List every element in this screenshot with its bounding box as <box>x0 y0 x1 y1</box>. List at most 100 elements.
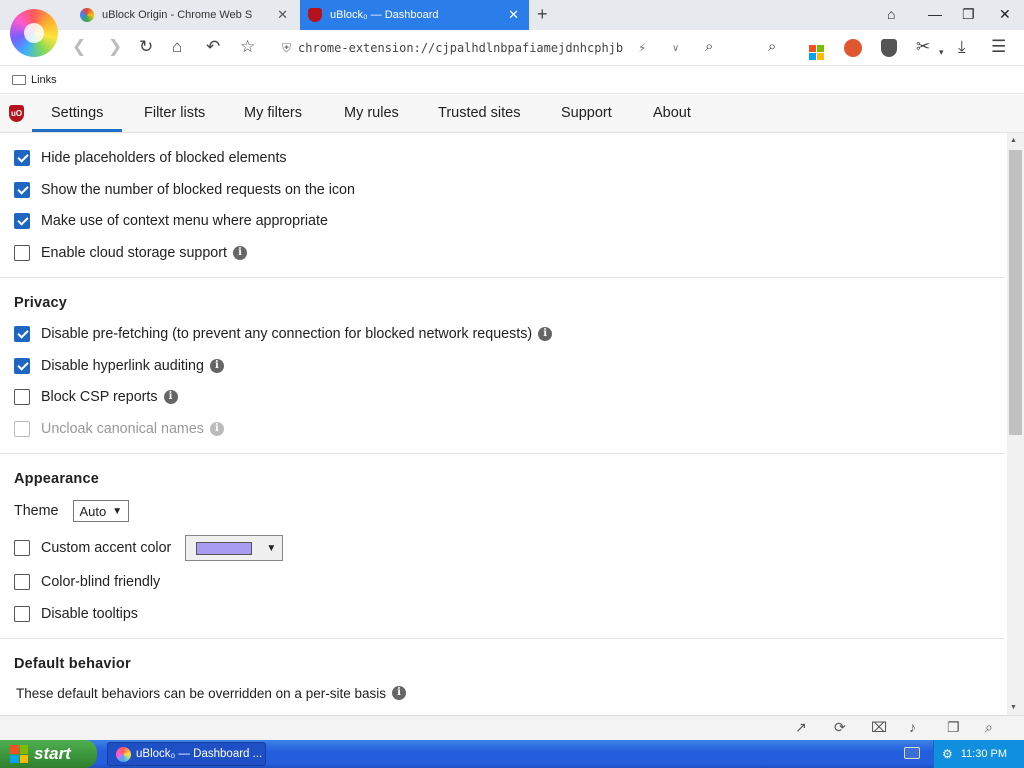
close-window-button[interactable]: ✕ <box>999 6 1011 23</box>
vertical-scrollbar[interactable]: ▲ ▼ <box>1007 133 1024 715</box>
lightning-icon[interactable]: ⚡ <box>638 41 646 55</box>
setting-disable-tooltips[interactable]: Disable tooltips <box>14 604 138 624</box>
url-text[interactable]: chrome-extension://cjpalhdlnbpafiamejdnh… <box>298 41 623 55</box>
bookmark-links[interactable]: Links <box>31 74 57 86</box>
shirt-skin-icon[interactable]: ⌂ <box>887 6 895 22</box>
section-heading-default-behavior: Default behavior <box>14 656 131 672</box>
browser-status-bar: ↗ ⟳ ⌧ ♪ ❐ ⌕ <box>0 715 1024 740</box>
keyboard-icon[interactable] <box>904 747 920 759</box>
clock[interactable]: 11:30 PM <box>961 748 1007 760</box>
taskbar-item-dashboard[interactable]: uBlock₀ — Dashboard ... <box>107 742 266 766</box>
setting-context-menu[interactable]: Make use of context menu where appropria… <box>14 211 328 231</box>
chevron-down-icon[interactable]: ∨ <box>672 43 679 54</box>
restore-button[interactable]: ❐ <box>962 6 975 23</box>
setting-color-blind[interactable]: Color-blind friendly <box>14 572 160 592</box>
checkbox[interactable] <box>14 150 30 166</box>
checkbox[interactable] <box>14 182 30 198</box>
browser-logo-icon[interactable] <box>10 9 58 57</box>
bookmarks-bar: Links <box>0 66 1024 94</box>
speed-dial-icon[interactable]: ⟳ <box>834 719 846 736</box>
network-icon[interactable]: ⚙ <box>942 747 953 761</box>
windows-apps-icon[interactable] <box>809 37 824 60</box>
duckduckgo-icon[interactable] <box>844 39 862 57</box>
checkbox[interactable] <box>14 245 30 261</box>
info-icon[interactable]: i <box>209 422 224 436</box>
minimize-button[interactable]: — <box>928 6 942 22</box>
system-tray: ⚙ 11:30 PM <box>933 740 1024 768</box>
setting-label: Uncloak canonical names <box>41 421 204 437</box>
ublock-icon <box>308 8 322 22</box>
chevron-down-icon: ▼ <box>112 505 123 517</box>
checkbox[interactable] <box>14 326 30 342</box>
tab-title: uBlock₀ — Dashboard <box>330 9 439 21</box>
scissors-icon[interactable]: ✂ <box>916 37 930 57</box>
ublock-logo-icon: uO <box>9 105 24 122</box>
tab-my-rules[interactable]: My rules <box>325 95 418 132</box>
checkbox <box>14 421 30 437</box>
tab-title: uBlock Origin - Chrome Web S <box>102 9 253 21</box>
setting-hide-placeholders[interactable]: Hide placeholders of blocked elements <box>14 148 287 168</box>
tab-ublock-dashboard[interactable]: uBlock₀ — Dashboard ✕ <box>300 0 529 30</box>
new-tab-button[interactable]: + <box>537 4 548 25</box>
undo-close-icon[interactable]: ↶ <box>206 37 220 57</box>
setting-custom-accent[interactable]: Custom accent color ▼ <box>14 535 284 561</box>
setting-disable-prefetching[interactable]: Disable pre-fetching (to prevent any con… <box>14 324 553 344</box>
tab-settings[interactable]: Settings <box>32 95 123 132</box>
menu-icon[interactable]: ☰ <box>991 37 1006 57</box>
setting-block-csp[interactable]: Block CSP reports i <box>14 387 178 407</box>
forward-icon[interactable]: ❯ <box>108 37 122 57</box>
setting-label: Color-blind friendly <box>41 574 161 590</box>
setting-uncloak-cname: Uncloak canonical names i <box>14 419 224 439</box>
setting-hyperlink-auditing[interactable]: Disable hyperlink auditing i <box>14 356 224 376</box>
windows-flag-icon <box>10 745 28 763</box>
info-icon[interactable]: i <box>538 327 553 341</box>
checkbox[interactable] <box>14 606 30 622</box>
setting-show-blocked-count[interactable]: Show the number of blocked requests on t… <box>14 180 355 200</box>
back-icon[interactable]: ❮ <box>72 37 86 57</box>
info-icon[interactable]: i <box>391 686 406 700</box>
tab-support[interactable]: Support <box>542 95 631 132</box>
info-icon[interactable]: i <box>163 390 178 404</box>
start-button[interactable]: start <box>0 740 97 768</box>
reload-icon[interactable]: ↻ <box>139 37 153 57</box>
section-heading-appearance: Appearance <box>14 471 100 487</box>
theme-select[interactable]: Auto ▼ <box>72 500 130 522</box>
checkbox[interactable] <box>14 574 30 590</box>
tab-filter-lists[interactable]: Filter lists <box>125 95 224 132</box>
info-icon[interactable]: i <box>209 359 224 373</box>
close-tab-icon[interactable]: ✕ <box>277 7 288 23</box>
setting-label: Custom accent color <box>41 540 172 556</box>
theme-label: Theme <box>14 503 59 519</box>
checkbox[interactable] <box>14 389 30 405</box>
checkbox[interactable] <box>14 540 30 556</box>
home-icon[interactable]: ⌂ <box>172 37 182 57</box>
trash-icon[interactable]: ⌧ <box>871 719 887 736</box>
checkbox[interactable] <box>14 358 30 374</box>
tab-ublock-webstore[interactable]: uBlock Origin - Chrome Web S ✕ <box>72 0 298 30</box>
zoom-icon[interactable]: ⌕ <box>985 719 993 736</box>
search-icon[interactable]: ⌕ <box>768 37 776 57</box>
rocket-icon[interactable]: ↗ <box>795 719 807 736</box>
volume-icon[interactable]: ♪ <box>909 719 916 735</box>
tab-about[interactable]: About <box>634 95 710 132</box>
info-icon[interactable]: i <box>233 246 247 260</box>
bookmark-star-icon[interactable]: ☆ <box>240 37 255 57</box>
ublock-toolbar-icon[interactable] <box>881 39 897 57</box>
search-engine-icon[interactable]: ⌕ <box>705 37 713 57</box>
browser-icon <box>116 746 131 762</box>
scroll-up-arrow-icon[interactable]: ▲ <box>1010 137 1017 144</box>
download-icon[interactable]: ⤓ <box>958 37 966 57</box>
address-bar[interactable]: ⛨ chrome-extension://cjpalhdlnbpafiamejd… <box>282 33 694 63</box>
checkbox[interactable] <box>14 213 30 229</box>
scroll-down-arrow-icon[interactable]: ▼ <box>1010 704 1017 711</box>
setting-label: Show the number of blocked requests on t… <box>41 182 355 198</box>
close-tab-icon[interactable]: ✕ <box>508 7 519 23</box>
tab-trusted-sites[interactable]: Trusted sites <box>419 95 539 132</box>
window-icon[interactable]: ❐ <box>947 719 960 736</box>
dropdown-arrow-icon[interactable]: ▾ <box>939 42 944 62</box>
tab-my-filters[interactable]: My filters <box>225 95 321 132</box>
accent-color-picker[interactable]: ▼ <box>185 535 284 561</box>
setting-label: Disable hyperlink auditing <box>41 358 204 374</box>
setting-cloud-storage[interactable]: Enable cloud storage support i <box>14 243 247 263</box>
scrollbar-thumb[interactable] <box>1009 150 1022 435</box>
